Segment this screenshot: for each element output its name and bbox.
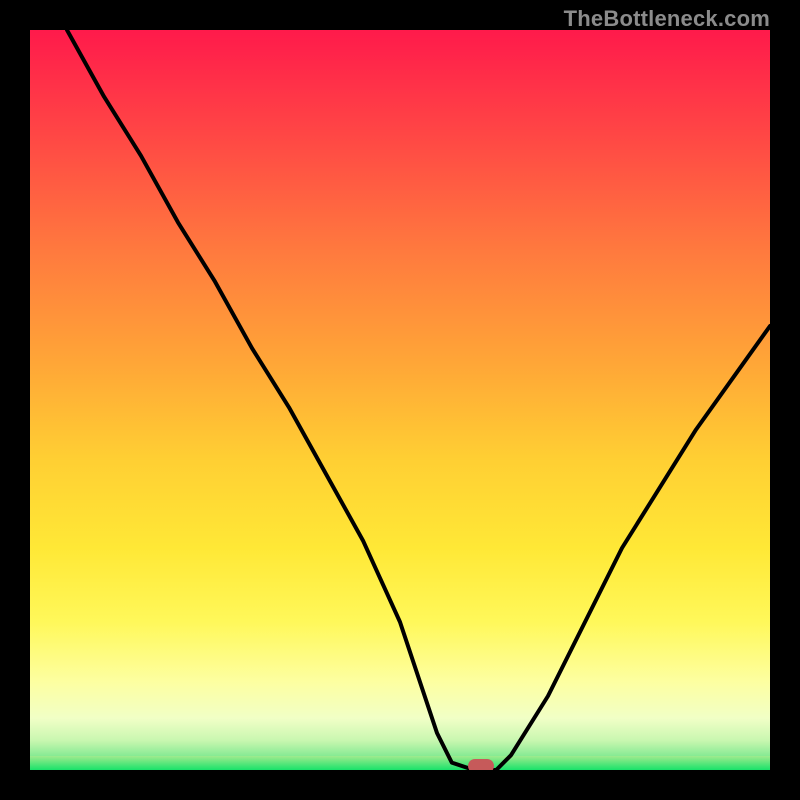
chart-frame: TheBottleneck.com xyxy=(0,0,800,800)
plot-area xyxy=(30,30,770,770)
optimal-marker xyxy=(468,759,494,770)
bottleneck-curve xyxy=(30,30,770,770)
attribution-text: TheBottleneck.com xyxy=(564,6,770,32)
